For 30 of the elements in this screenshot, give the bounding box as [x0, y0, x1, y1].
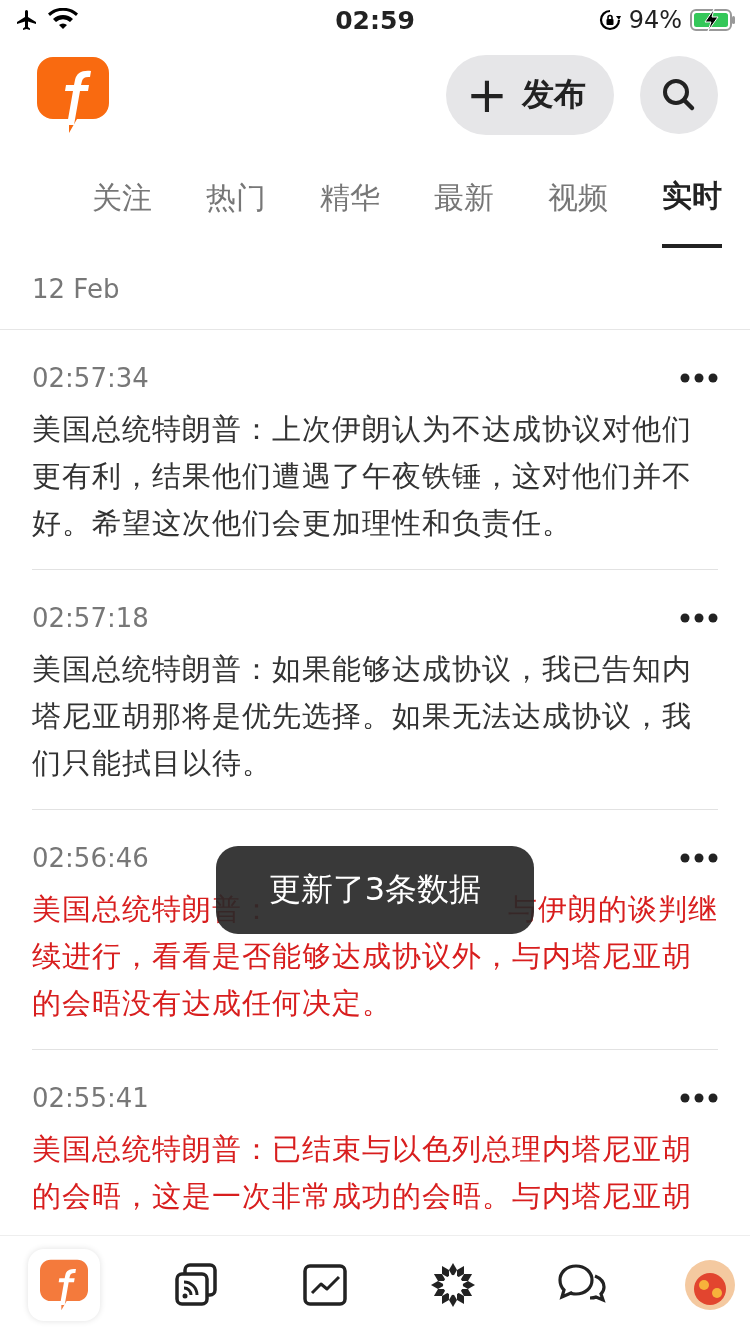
news-text: 续进行，看看是否能够达成协议外，与内塔尼亚胡的会晤没有达成任何决定。	[32, 938, 693, 1022]
more-icon[interactable]	[680, 1093, 718, 1103]
status-time: 02:59	[335, 5, 415, 35]
cards-icon	[173, 1262, 220, 1308]
more-icon[interactable]	[680, 853, 718, 863]
news-text: 美国总统特朗普：如果能够达成协议，我已告知内塔尼亚胡那将是优先选择。如果无法达成协议，我们只能拭目以待。	[32, 651, 693, 782]
news-time: 02:57:34	[32, 363, 149, 393]
app-logo[interactable]	[37, 55, 109, 135]
category-tab[interactable]: 最新	[434, 156, 494, 248]
more-icon[interactable]	[680, 613, 718, 623]
category-tab[interactable]: 热门	[206, 156, 266, 248]
avatar-icon	[683, 1259, 736, 1311]
news-time: 02:57:18	[32, 603, 149, 633]
wifi-icon	[48, 8, 78, 32]
publish-button[interactable]: + 发布	[446, 55, 614, 135]
category-tab[interactable]: 精华	[320, 156, 380, 248]
news-time: 02:55:41	[32, 1083, 149, 1113]
battery-percent: 94%	[628, 6, 682, 34]
category-tab[interactable]: 视频	[548, 156, 608, 248]
chart-icon	[301, 1263, 348, 1307]
battery-charging-icon	[690, 8, 736, 32]
rotation-lock-icon	[598, 9, 621, 31]
more-icon[interactable]	[680, 373, 718, 383]
category-tab[interactable]: 实时	[662, 156, 722, 248]
news-text: 美国总统特朗普：已结束与以色列总理内塔尼亚胡的会晤，这是一次非常成功的会晤。与内塔尼亚胡	[32, 1131, 693, 1215]
logo-icon	[40, 1258, 88, 1312]
category-tab[interactable]: 关注	[92, 156, 152, 248]
news-time: 02:56:46	[32, 843, 149, 873]
news-text: 美国总统特朗普：上次伊朗认为不达成协议对他们更有利，结果他们遭遇了午夜铁锤，这对他们并不好。希望这次他们会更加理性和负责任。	[32, 411, 693, 542]
date-label: 12 Feb	[0, 249, 750, 330]
